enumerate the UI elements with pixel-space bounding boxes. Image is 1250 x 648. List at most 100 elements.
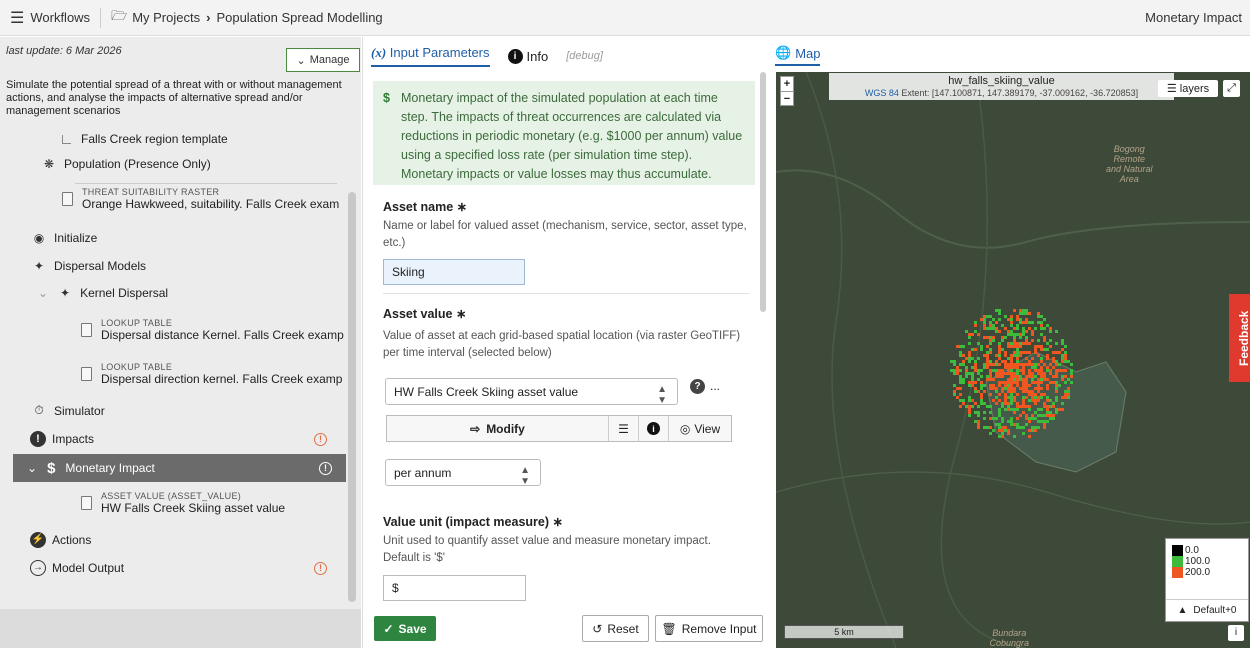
raster-cell [968,405,971,408]
raster-cell [1001,375,1004,378]
raster-cell [1034,363,1037,366]
raster-cell [1037,312,1040,315]
expand-button[interactable]: ⤢ [1223,80,1240,97]
manage-button[interactable]: ⌄ Manage [286,48,360,72]
raster-cell [1040,393,1043,396]
tree-item-falls-creek[interactable]: Falls Creek region template [62,132,228,146]
raster-cell [1028,390,1031,393]
raster-cell [1037,381,1040,384]
tree-label: Dispersal Models [54,259,147,273]
raster-cell [995,360,998,363]
tree-item-kernel-dispersal[interactable]: ⌄ ✦ Kernel Dispersal [38,286,168,300]
panel-scrollbar[interactable] [760,72,766,312]
sidebar-scrollbar[interactable] [348,192,356,602]
tree-subitem-lookup-1[interactable]: LOOKUP TABLE Dispersal distance Kernel. … [81,318,344,342]
raster-cell [1031,366,1034,369]
breadcrumb-projects[interactable]: My Projects [132,10,200,25]
raster-cell [1043,420,1046,423]
more-options-button[interactable]: ... [710,379,720,393]
raster-cell [983,384,986,387]
check-icon: ✓ [383,621,394,636]
layers-button[interactable]: ☰ layers [1158,80,1218,97]
attribution-info-button[interactable]: i [1228,625,1244,641]
raster-cell [968,342,971,345]
raster-cell [974,324,977,327]
breadcrumb-workflows[interactable]: Workflows [30,10,90,25]
tree-item-population[interactable]: ❋ Population (Presence Only) [40,157,211,171]
raster-cell [1028,420,1031,423]
raster-cell [1013,354,1016,357]
raster-cell [1025,396,1028,399]
raster-cell [1013,396,1016,399]
raster-cell [1025,357,1028,360]
raster-cell [968,372,971,375]
raster-cell [1001,435,1004,438]
asset-name-input[interactable]: Skiing [383,259,525,285]
raster-cell [1004,327,1007,330]
info-button[interactable]: i [639,416,669,441]
tab-debug[interactable]: [debug] [566,50,603,62]
raster-cell [1031,321,1034,324]
tree-item-impacts[interactable]: ! Impacts ! [30,431,327,447]
raster-cell [971,384,974,387]
tree-item-monetary-impact[interactable]: ⌄ $ Monetary Impact ! [13,454,346,482]
raster-cell [1049,330,1052,333]
raster-cell [968,384,971,387]
tree-item-actions[interactable]: ⚡ Actions [30,532,91,548]
raster-cell [965,372,968,375]
modify-button[interactable]: ⇨ Modify [387,416,609,441]
crs-label[interactable]: WGS 84 [865,88,899,98]
tree-item-simulator[interactable]: ⏱ Simulator [30,403,104,418]
asset-value-select[interactable]: HW Falls Creek Skiing asset value ▲ ▼ [385,378,678,406]
raster-cell [1043,375,1046,378]
raster-cell [980,375,983,378]
save-label: Save [398,621,427,636]
tree-subitem-lookup-2[interactable]: LOOKUP TABLE Dispersal direction kernel.… [81,362,342,386]
value-unit-input[interactable]: $ [383,575,526,601]
divider [100,7,102,28]
legend-default-toggle[interactable]: ▲ Default+0 [1166,599,1248,621]
sidebar-footer [0,609,361,648]
raster-cell [1013,411,1016,414]
help-icon[interactable]: ? [690,379,705,394]
panel-tabs: (x) Input Parameters i Info [debug] [371,45,603,67]
raster-cell [995,375,998,378]
raster-cell [998,342,1001,345]
subitem-caption: ASSET VALUE (ASSET_VALUE) [101,491,242,501]
save-button[interactable]: ✓ Save [374,616,436,641]
raster-cell [962,360,965,363]
raster-cell [1058,351,1061,354]
raster-cell [995,390,998,393]
layers-button[interactable]: ☰ [609,416,639,441]
zoom-out-button[interactable]: − [781,91,793,106]
tab-map[interactable]: 🌐 Map [775,45,821,66]
tree-subitem-asset-value[interactable]: ASSET VALUE (ASSET_VALUE) HW Falls Creek… [81,491,285,515]
raster-cell [1028,375,1031,378]
raster-cell [977,390,980,393]
tab-input-parameters[interactable]: (x) Input Parameters [371,45,490,67]
remove-input-button[interactable]: 🗑 Remove Input [655,615,763,642]
zoom-in-button[interactable]: + [781,77,793,91]
reset-button[interactable]: ↺ Reset [582,615,649,642]
raster-cell [1067,387,1070,390]
raster-cell [1007,378,1010,381]
raster-cell [1004,363,1007,366]
view-button[interactable]: ◎ View [669,416,731,441]
tree-item-model-output[interactable]: → Model Output ! [30,560,327,576]
raster-cell [995,423,998,426]
period-select[interactable]: per annum ▲ ▼ [385,459,541,487]
subitem-caption: THREAT SUITABILITY RASTER [82,187,220,197]
raster-cell [1007,429,1010,432]
raster-cell [1016,363,1019,366]
map-canvas[interactable]: Bogong Remote and Natural Area Bundara Cobun… [776,72,1250,648]
tree-item-dispersal-models[interactable]: ✦ Dispersal Models [30,259,146,273]
tab-info[interactable]: i Info [507,48,548,64]
menu-icon[interactable]: ☰ [10,8,24,28]
tree-subitem-threat[interactable]: THREAT SUITABILITY RASTER Orange Hawkwee… [62,187,339,211]
tree-item-initialize[interactable]: ◉ Initialize [30,231,98,245]
raster-cell [986,426,989,429]
raster-cell [1052,366,1055,369]
feedback-button[interactable]: Feedback [1229,294,1250,382]
raster-cell [1064,351,1067,354]
raster-cell [1025,321,1028,324]
